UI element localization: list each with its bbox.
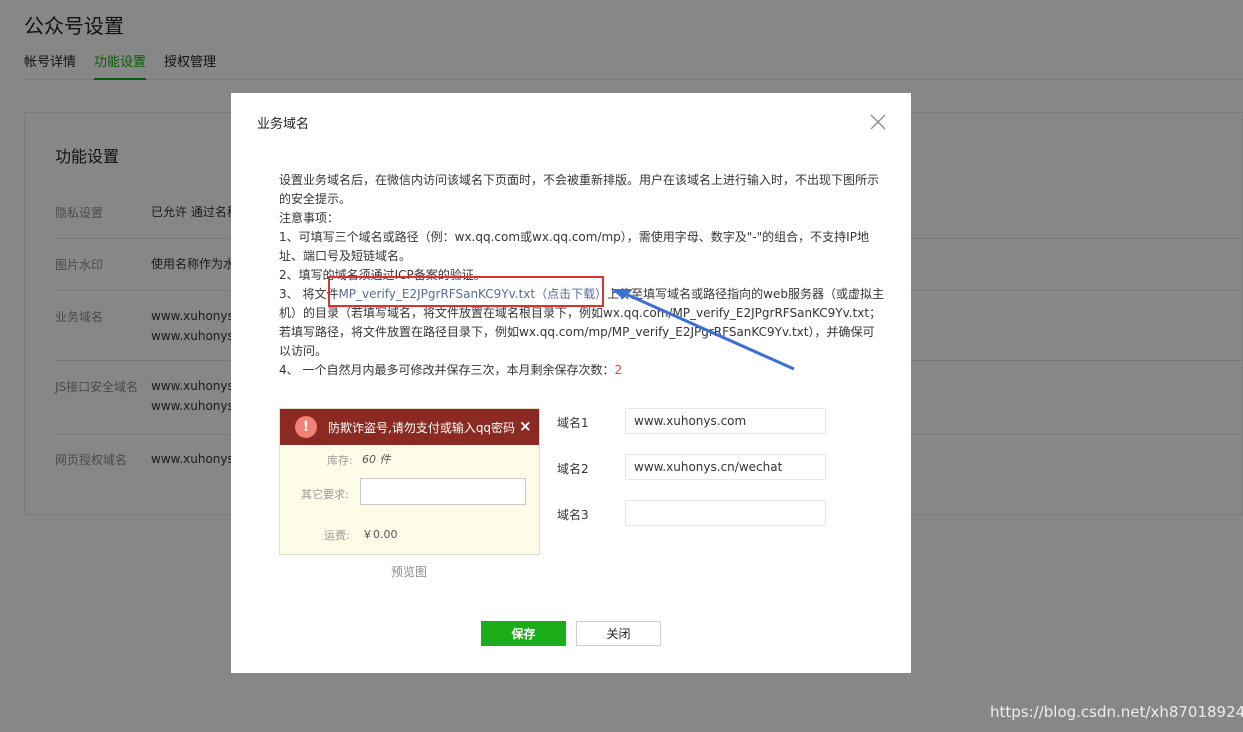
preview-warning-text: 防欺诈盗号,请勿支付或输入qq密码 (328, 421, 516, 435)
domain-3-label: 域名3 (557, 508, 589, 522)
business-domain-dialog: 业务域名 设置业务域名后，在微信内访问该域名下页面时，不会被重新排版。用户在该域… (231, 93, 911, 673)
close-icon[interactable] (869, 113, 887, 131)
preview-caption: 预览图 (391, 565, 428, 579)
warning-icon: ! (295, 416, 317, 438)
domain-1-label: 域名1 (557, 416, 589, 430)
dialog-title: 业务域名 (257, 117, 310, 132)
domain-2-label: 域名2 (557, 462, 589, 476)
preview-stock-value: 60 件 (362, 453, 391, 466)
note-1: 1、可填写三个域名或路径（例：wx.qq.com或wx.qq.com/mp），需… (279, 230, 869, 263)
watermark: https://blog.csdn.net/xh870189248 (990, 703, 1243, 721)
preview-close-icon: × (519, 417, 532, 435)
security-warning-preview: ─ 1 + ! 防欺诈盗号,请勿支付或输入qq密码 × 库存: 60 件 其它要… (279, 408, 540, 555)
notes-title: 注意事项： (279, 211, 340, 225)
annotation-highlight-box (328, 276, 604, 307)
save-button[interactable]: 保存 (481, 621, 566, 646)
preview-other-input (360, 478, 526, 505)
domain-3-input[interactable] (625, 500, 826, 526)
close-button[interactable]: 关闭 (576, 621, 661, 646)
note-4-text: 4、 一个自然月内最多可修改并保存三次，本月剩余保存次数： (279, 363, 615, 377)
preview-other-label: 其它要求: (301, 488, 349, 501)
annotation-arrow-icon (611, 289, 795, 371)
domain-1-input[interactable] (625, 408, 826, 434)
intro-text: 设置业务域名后，在微信内访问该域名下页面时，不会被重新排版。用户在该域名上进行输… (279, 173, 880, 206)
preview-stock-label: 库存: (327, 454, 353, 467)
domain-2-input[interactable] (625, 454, 826, 480)
preview-shipping-value: ￥0.00 (362, 528, 398, 541)
preview-shipping-label: 运费: (324, 529, 350, 542)
preview-warning-bar: ! 防欺诈盗号,请勿支付或输入qq密码 × (280, 409, 539, 445)
